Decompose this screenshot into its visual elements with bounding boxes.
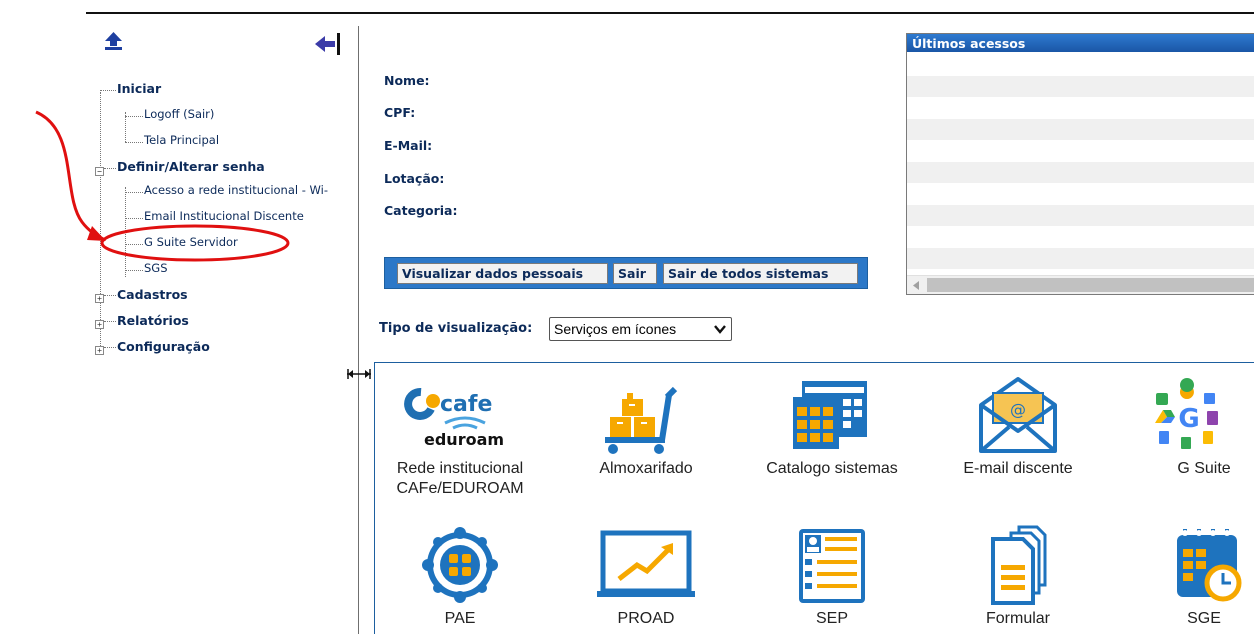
service-label: Formular [985, 610, 1050, 627]
services-panel: cafe eduroam Rede institucional CAFe/EDUR… [374, 362, 1254, 634]
recent-access-title: Últimos acessos [907, 34, 1254, 52]
expand-toggle-icon[interactable]: + [95, 320, 104, 329]
scroll-left-icon[interactable] [913, 281, 919, 290]
service-label: Rede institucional CAFe/EDUROAM [396, 460, 524, 497]
tree-guide-line [125, 187, 126, 277]
recent-access-row [907, 119, 1254, 140]
resize-horizontal-icon[interactable] [345, 367, 373, 381]
service-proad[interactable]: PROAD [561, 525, 731, 635]
warehouse-cart-icon [605, 386, 678, 454]
view-mode-label: Tipo de visualização: [379, 321, 533, 336]
cpf-label: CPF: [384, 105, 416, 120]
cafe-eduroam-logo: cafe eduroam [404, 387, 504, 449]
tree-connector [125, 192, 143, 193]
service-gsuite[interactable]: G G Suite [1119, 375, 1254, 485]
tree-connector [125, 142, 143, 143]
tree-item-logoff[interactable]: Logoff (Sair) [144, 107, 214, 121]
tree-connector [104, 295, 116, 296]
tree-item-cadastros[interactable]: Cadastros [117, 287, 188, 302]
lotacao-label: Lotação: [384, 171, 445, 186]
tree-connector [100, 90, 116, 91]
exit-button[interactable]: Sair [613, 263, 657, 284]
service-label: Catalogo sistemas [766, 460, 898, 477]
categoria-label: Categoria: [384, 203, 458, 218]
svg-text:@: @ [1010, 400, 1026, 419]
tree-item-email-discente[interactable]: Email Institucional Discente [144, 209, 304, 223]
upload-arrow-icon[interactable] [105, 32, 122, 50]
service-sge[interactable]: SGE [1119, 525, 1254, 635]
service-sep[interactable]: SEP [747, 525, 917, 635]
expand-toggle-icon[interactable]: + [95, 294, 104, 303]
recent-access-row [907, 248, 1254, 269]
recent-access-panel: Últimos acessos [906, 33, 1254, 295]
tree-item-iniciar[interactable]: Iniciar [117, 81, 161, 96]
tree-item-sgs[interactable]: SGS [144, 261, 168, 275]
checklist-icon [799, 529, 865, 603]
tree-connector [104, 168, 116, 169]
service-label: PROAD [617, 610, 675, 627]
email-label: E-Mail: [384, 138, 433, 153]
service-label: SGE [1187, 610, 1221, 627]
tree-guide-line [100, 92, 101, 352]
collapse-toggle-icon[interactable]: − [95, 167, 104, 176]
service-formular[interactable]: Formular [933, 525, 1103, 635]
tree-connector [125, 116, 143, 117]
service-almoxarifado[interactable]: Almoxarifado [561, 375, 731, 485]
service-catalogo-sistemas[interactable]: Catalogo sistemas [747, 375, 917, 485]
nome-label: Nome: [384, 73, 430, 88]
service-label: G Suite [1177, 460, 1231, 477]
email-envelope-icon: @ [979, 377, 1057, 453]
service-pae[interactable]: PAE [375, 525, 545, 635]
service-email-discente[interactable]: @ E-mail discente [933, 375, 1103, 485]
tree-connector [104, 321, 116, 322]
horizontal-scrollbar[interactable] [907, 275, 1254, 294]
collapse-left-icon[interactable] [313, 33, 341, 55]
calendar-clock-icon [1177, 529, 1242, 602]
view-mode-selected-value: Serviços em ícones [554, 321, 677, 337]
eduroam-logo-text: eduroam [424, 430, 504, 449]
chevron-down-icon [714, 325, 726, 334]
calendar-grid-icon [793, 381, 867, 449]
view-mode-select[interactable]: Serviços em ícones [549, 317, 732, 341]
pae-network-icon [422, 527, 498, 603]
tree-item-gsuite-servidor[interactable]: G Suite Servidor [144, 235, 238, 249]
tree-item-tela-principal[interactable]: Tela Principal [144, 133, 219, 147]
tree-connector [125, 244, 143, 245]
tree-item-definir-senha[interactable]: Definir/Alterar senha [117, 159, 265, 174]
exit-all-systems-button[interactable]: Sair de todos sistemas [663, 263, 858, 284]
service-label: E-mail discente [963, 460, 1073, 477]
expand-toggle-icon[interactable]: + [95, 346, 104, 355]
service-label: PAE [444, 610, 476, 627]
tree-item-configuracao[interactable]: Configuração [117, 339, 210, 354]
recent-access-row [907, 205, 1254, 226]
tree-item-acesso-rede[interactable]: Acesso a rede institucional - Wi- [144, 183, 328, 197]
gsuite-apps-icon: G [1155, 378, 1218, 449]
service-label: SEP [815, 610, 848, 627]
recent-access-row [907, 76, 1254, 97]
service-rede-institucional[interactable]: cafe eduroam Rede institucional CAFe/EDUR… [375, 375, 545, 497]
tree-connector [104, 347, 116, 348]
scrollbar-thumb[interactable] [927, 278, 1254, 292]
sidebar-splitter[interactable] [358, 26, 359, 634]
service-label: Almoxarifado [599, 460, 693, 477]
action-button-bar: Visualizar dados pessoais Sair Sair de t… [384, 257, 868, 289]
cafe-logo-text: cafe [440, 392, 492, 417]
tree-connector [125, 270, 143, 271]
documents-icon [991, 525, 1047, 605]
view-personal-data-button[interactable]: Visualizar dados pessoais [397, 263, 608, 284]
svg-text:G: G [1178, 404, 1199, 434]
chart-monitor-icon [597, 530, 695, 597]
recent-access-row [907, 162, 1254, 183]
tree-item-relatorios[interactable]: Relatórios [117, 313, 189, 328]
tree-connector [125, 218, 143, 219]
